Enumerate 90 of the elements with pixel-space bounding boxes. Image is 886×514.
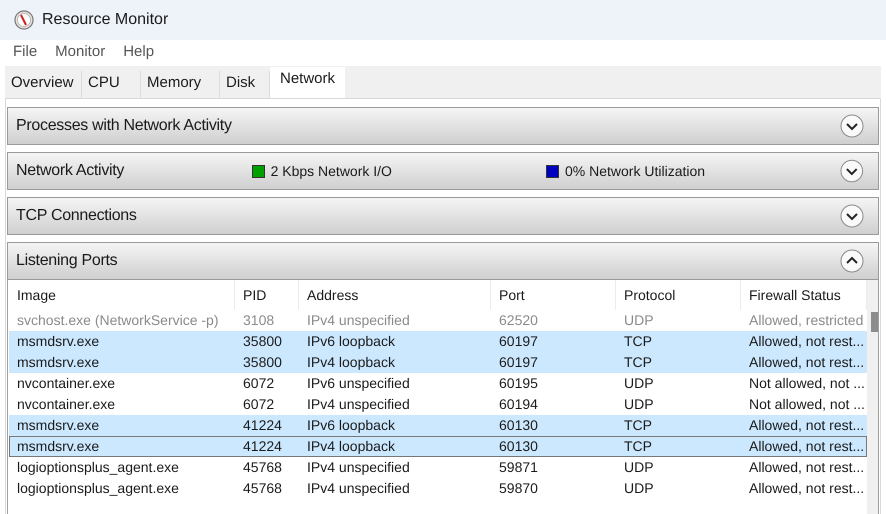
table-cell-text: 6072 <box>242 395 276 414</box>
tab[interactable]: Memory <box>141 71 220 98</box>
section-title: Listening Ports <box>16 251 118 271</box>
table-cell-text: msmdsrv.exe <box>16 353 100 372</box>
section-title: Processes with Network Activity <box>16 116 233 136</box>
table-cell-text: Allowed, not rest... <box>748 353 866 372</box>
tab[interactable]: Network <box>270 67 345 98</box>
table-cell-text: 60195 <box>498 374 539 393</box>
column-header[interactable]: Port <box>491 280 616 310</box>
table-cell-text: IPv6 loopback <box>306 332 396 351</box>
table-cell-text: msmdsrv.exe <box>16 416 100 435</box>
table-cell-text: 60194 <box>498 395 539 414</box>
expand-icon[interactable] <box>840 204 864 228</box>
table-cell-text: UDP <box>623 458 655 477</box>
table-row[interactable]: logioptionsplus_agent.exe 45768 IPv4 unspecified 59870 UDP Allowed, not rest... <box>9 478 867 499</box>
table-cell-text: TCP <box>623 332 653 351</box>
table-cell-text: IPv4 unspecified <box>306 311 411 330</box>
column-header[interactable]: Image <box>9 280 235 310</box>
table-cell-text: 62520 <box>498 311 539 330</box>
table-cell-text: Allowed, not rest... <box>748 437 866 456</box>
section-title: TCP Connections <box>16 206 138 226</box>
table-cell-text: IPv4 unspecified <box>306 458 411 477</box>
expand-icon[interactable] <box>840 159 864 183</box>
table-cell-text: nvcontainer.exe <box>16 395 116 414</box>
table-cell-text: 60130 <box>498 416 539 435</box>
selected-row[interactable]: msmdsrv.exe 35800 IPv6 loopback 60197 TCP Allowed, not rest... <box>9 331 867 352</box>
table-cell-text: UDP <box>623 395 655 414</box>
tab[interactable]: Overview <box>5 71 82 98</box>
table-cell-text: IPv4 unspecified <box>306 395 411 414</box>
table-cell-text: 6072 <box>242 374 276 393</box>
table-cell-text: logioptionsplus_agent.exe <box>16 458 180 477</box>
table-cell-text: 35800 <box>242 353 283 372</box>
table-cell-text: TCP <box>623 353 653 372</box>
menu-item[interactable]: Monitor <box>55 40 106 64</box>
tab[interactable]: CPU <box>82 71 141 98</box>
table-cell-text: 60130 <box>498 437 539 456</box>
table-row[interactable]: nvcontainer.exe 6072 IPv6 unspecified 60195 UDP Not allowed, not ... <box>9 373 867 394</box>
section-title: Network Activity <box>16 161 126 181</box>
section-header[interactable]: Processes with Network Activity <box>7 107 879 145</box>
table-cell-text: 59871 <box>498 458 539 477</box>
table-cell-text: 41224 <box>242 437 283 456</box>
table-row[interactable]: nvcontainer.exe 6072 IPv4 unspecified 60194 UDP Not allowed, not ... <box>9 394 867 415</box>
table-cell-text: nvcontainer.exe <box>16 374 116 393</box>
section-header[interactable]: Network Activity 2 Kbps Network I/O 0% Network Utilization <box>7 152 879 190</box>
menu-item[interactable]: File <box>13 40 38 64</box>
table-cell-text: Allowed, not rest... <box>748 458 866 477</box>
section-header[interactable]: TCP Connections <box>7 197 879 235</box>
table-cell-text: IPv4 loopback <box>306 353 396 372</box>
table-cell-text: 60197 <box>498 353 539 372</box>
table-cell-text: msmdsrv.exe <box>16 437 100 456</box>
table-cell-text: 35800 <box>242 332 283 351</box>
column-header[interactable]: PID <box>235 280 299 310</box>
table-cell-text: Not allowed, not ... <box>748 395 866 414</box>
menu-item[interactable]: Help <box>123 40 154 64</box>
window-title: Resource Monitor <box>42 10 168 30</box>
table-cell-text: IPv6 loopback <box>306 416 396 435</box>
table-cell-text: IPv4 loopback <box>306 437 396 456</box>
table-cell-text: UDP <box>623 479 655 498</box>
gauge-icon <box>14 10 34 30</box>
selected-row[interactable]: msmdsrv.exe 41224 IPv6 loopback 60130 TCP Allowed, not rest... <box>9 415 867 436</box>
indicator-label: 2 Kbps Network I/O <box>270 162 392 181</box>
table-cell-text: Not allowed, not ... <box>748 374 866 393</box>
table-cell-text: Allowed, not rest... <box>748 416 866 435</box>
table-cell-text: IPv4 unspecified <box>306 479 411 498</box>
section-header[interactable]: Listening Ports <box>7 242 879 280</box>
table-cell-text: 3108 <box>242 311 276 330</box>
table-cell-text: 59870 <box>498 479 539 498</box>
selected-row[interactable]: msmdsrv.exe 41224 IPv4 loopback 60130 TCP Allowed, not rest... <box>9 436 867 457</box>
expand-icon[interactable] <box>840 114 864 138</box>
indicator-label: 0% Network Utilization <box>565 162 706 180</box>
table-cell-text: Allowed, not rest... <box>748 479 866 498</box>
column-header[interactable]: Address <box>299 280 491 310</box>
table-cell-text: 41224 <box>242 416 283 435</box>
table-cell-text: 60197 <box>498 332 539 351</box>
table-cell-text: UDP <box>623 374 655 393</box>
table-cell-text: logioptionsplus_agent.exe <box>16 479 180 498</box>
column-header[interactable]: Protocol <box>616 280 741 310</box>
table-cell-text: TCP <box>623 437 653 456</box>
table-cell-text: 45768 <box>242 479 283 498</box>
table-cell-text: msmdsrv.exe <box>16 332 100 351</box>
table-cell-text: IPv6 unspecified <box>306 374 411 393</box>
table-cell-text: svchost.exe (NetworkService -p) <box>16 311 220 330</box>
table-cell-text: UDP <box>623 311 655 330</box>
table-cell-text: Allowed, restricted <box>748 311 864 330</box>
table-cell-text: Allowed, not rest... <box>748 332 866 351</box>
selected-row[interactable]: msmdsrv.exe 35800 IPv4 loopback 60197 TCP Allowed, not rest... <box>9 352 867 373</box>
table-row[interactable]: logioptionsplus_agent.exe 45768 IPv4 unspecified 59871 UDP Allowed, not rest... <box>9 457 867 478</box>
collapse-icon[interactable] <box>840 249 864 273</box>
table-cell-text: TCP <box>623 416 653 435</box>
table-cell-text: 45768 <box>242 458 283 477</box>
